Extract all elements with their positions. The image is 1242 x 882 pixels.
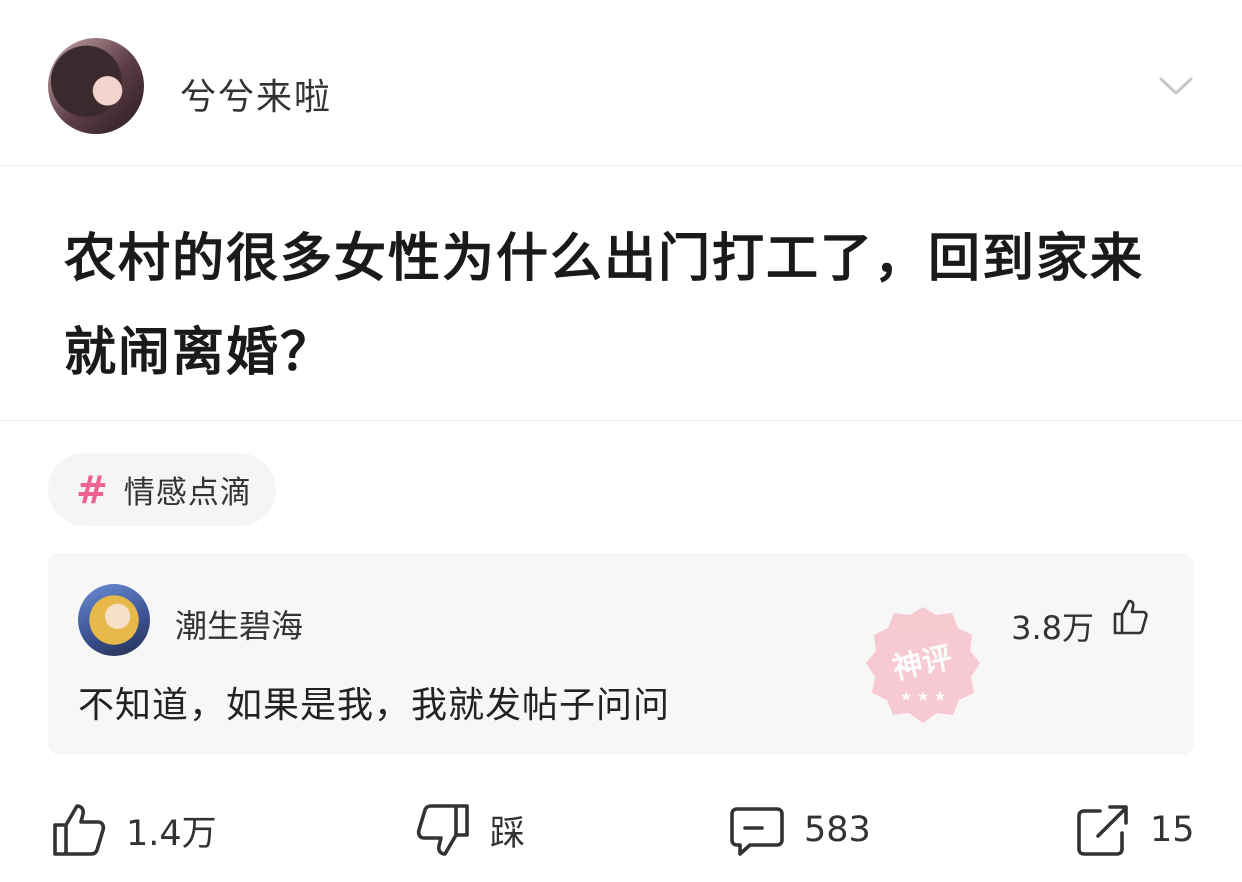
commenter-avatar[interactable] — [78, 584, 150, 656]
hash-icon: # — [76, 467, 108, 512]
thumbs-up-icon[interactable] — [1110, 597, 1150, 637]
top-comment-card[interactable]: 潮生碧海 神评 ★ ★ ★ 3.8万 不知道，如果是我，我就发帖子问问 — [48, 553, 1194, 755]
post-header: 兮兮来啦 — [0, 0, 1242, 165]
thumbs-down-icon — [416, 804, 469, 856]
share-count: 15 — [1150, 810, 1195, 850]
commenter-name[interactable]: 潮生碧海 — [175, 601, 303, 647]
topic-tag[interactable]: # 情感点滴 — [48, 453, 276, 526]
like-count: 1.4万 — [126, 813, 217, 854]
svg-text:★ ★ ★: ★ ★ ★ — [900, 689, 947, 705]
dislike-label: 踩 — [490, 813, 526, 854]
share-button[interactable]: 15 — [1074, 790, 1195, 870]
author-avatar[interactable] — [48, 38, 144, 134]
like-button[interactable]: 1.4万 — [50, 790, 217, 870]
author-name[interactable]: 兮兮来啦 — [180, 68, 332, 120]
featured-comment-stamp: 神评 ★ ★ ★ — [866, 607, 980, 723]
chevron-down-icon[interactable] — [1158, 74, 1194, 98]
comment-text: 不知道，如果是我，我就发帖子问问 — [78, 685, 671, 726]
share-icon — [1077, 805, 1128, 856]
post-title[interactable]: 农村的很多女性为什么出门打工了，回到家来就闹离婚？ — [64, 212, 1194, 400]
dislike-button[interactable]: 踩 — [414, 790, 525, 870]
thumbs-up-icon — [53, 804, 106, 856]
comment-like-count: 3.8万 — [1011, 609, 1094, 647]
post-action-bar: 1.4万 踩 583 15 — [0, 790, 1242, 870]
comment-count: 583 — [804, 810, 871, 850]
comment-button[interactable]: 583 — [728, 790, 871, 870]
topic-tag-label: 情感点滴 — [123, 475, 252, 511]
comment-icon — [730, 807, 784, 856]
